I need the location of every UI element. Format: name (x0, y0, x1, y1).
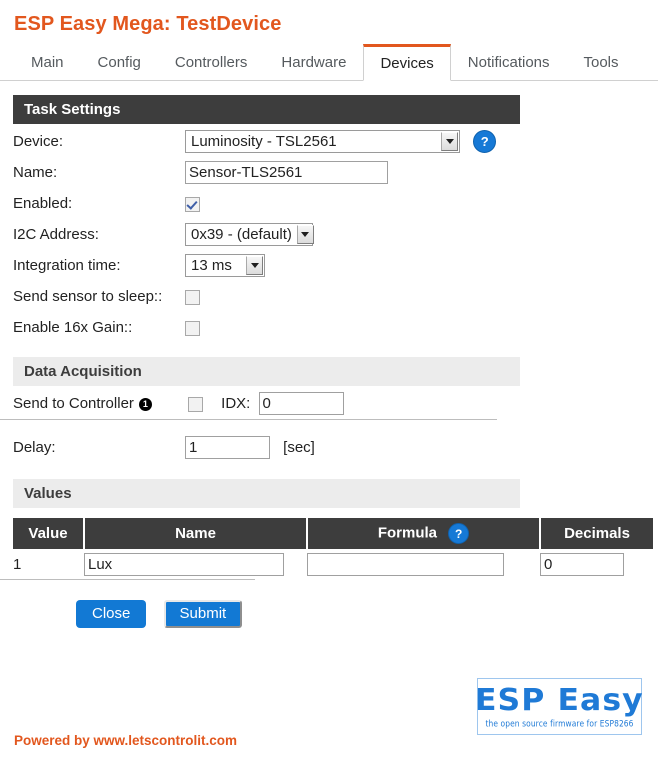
acquisition-divider (0, 419, 497, 420)
tab-tools[interactable]: Tools (567, 44, 636, 80)
send-to-controller-label: Send to Controller (13, 395, 134, 412)
idx-input[interactable] (258, 392, 344, 415)
enabled-label: Enabled: (13, 195, 73, 212)
footer-divider (0, 579, 255, 580)
integration-time-select[interactable]: 13 ms (185, 254, 265, 277)
send-to-controller-cell: Send to Controller 1 (13, 388, 188, 419)
task-settings-table: Device: Luminosity - TSL2561 ? Name: Ena… (13, 126, 497, 343)
logo-title: ESP Easy (475, 682, 644, 718)
send-to-controller-row: Send to Controller 1 IDX: (13, 388, 344, 419)
logo-tagline: the open source firmware for ESP8266 (485, 717, 634, 729)
gain-field-cell (185, 312, 496, 343)
device-select[interactable]: Luminosity - TSL2561 (185, 130, 460, 153)
name-input[interactable] (185, 161, 388, 184)
delay-row: Delay: [sec] (13, 432, 315, 463)
i2c-field-cell: 0x39 - (default) (185, 219, 496, 250)
submit-button[interactable]: Submit (163, 600, 243, 628)
enabled-row: Enabled: (13, 188, 496, 219)
name-label: Name: (13, 164, 58, 181)
i2c-address-select[interactable]: 0x39 - (default) (185, 223, 314, 246)
form-action-buttons: Close Submit (76, 600, 658, 628)
value-formula-input[interactable] (307, 552, 504, 576)
tab-hardware[interactable]: Hardware (264, 44, 363, 80)
i2c-row: I2C Address: 0x39 - (default) (13, 219, 496, 250)
integration-time-row: Integration time: 13 ms (13, 250, 496, 281)
gain-row: Enable 16x Gain:: (13, 312, 496, 343)
values-column-formula-label: Formula (377, 524, 437, 542)
value-name-input[interactable] (84, 552, 284, 576)
tab-controllers[interactable]: Controllers (158, 44, 265, 80)
tab-notifications[interactable]: Notifications (451, 44, 567, 80)
data-acquisition-heading: Data Acquisition (13, 357, 520, 386)
integration-time-label: Integration time: (13, 257, 121, 274)
devices-form: Task Settings Device: Luminosity - TSL25… (0, 95, 658, 628)
device-label: Device: (13, 133, 64, 150)
name-field-cell (185, 157, 496, 188)
chevron-down-icon (246, 256, 263, 275)
delay-label: Delay: (13, 439, 56, 456)
i2c-address-label: I2C Address: (13, 226, 99, 243)
chevron-down-icon (441, 132, 458, 151)
device-select-value: Luminosity - TSL2561 (191, 133, 337, 150)
esp-easy-logo: ESP Easy the open source firmware for ES… (475, 678, 644, 735)
integration-field-cell: 13 ms (185, 250, 496, 281)
value-formula-cell (307, 549, 540, 579)
values-header-row: Value Name Formula ? Decimals (13, 518, 653, 549)
formula-help-icon[interactable]: ? (448, 523, 470, 544)
tab-config[interactable]: Config (81, 44, 158, 80)
tab-controllers-label: Controllers (174, 54, 248, 71)
device-help-icon[interactable]: ? (473, 130, 497, 153)
delay-field-cell: [sec] (185, 432, 315, 463)
task-settings-heading: Task Settings (13, 95, 520, 124)
tab-tools-label: Tools (583, 54, 619, 71)
delay-table: Delay: [sec] (13, 432, 315, 463)
enable-16x-gain-checkbox[interactable] (185, 320, 200, 336)
values-table: Value Name Formula ? Decimals 1 (13, 518, 653, 579)
chevron-down-icon (296, 225, 314, 244)
value-decimals-input[interactable] (540, 552, 624, 576)
value-name-cell (84, 549, 307, 579)
delay-input[interactable] (185, 436, 270, 459)
send-to-controller-field-cell: IDX: (188, 388, 344, 419)
value-decimals-cell (540, 549, 653, 579)
values-heading: Values (13, 479, 520, 508)
enabled-checkbox[interactable] (185, 196, 200, 212)
value-index: 1 (13, 555, 22, 573)
table-row: 1 (13, 549, 653, 579)
sleep-field-cell (185, 281, 496, 312)
tab-config-label: Config (97, 54, 141, 71)
tab-notifications-label: Notifications (467, 54, 550, 71)
values-column-formula: Formula ? (307, 518, 541, 549)
tab-hardware-label: Hardware (281, 54, 347, 71)
enable-16x-gain-label: Enable 16x Gain:: (13, 319, 133, 336)
footer-credit: Powered by www.letscontrolit.com (14, 733, 238, 748)
send-sensor-to-sleep-label: Send sensor to sleep:: (13, 288, 163, 305)
values-column-value: Value (13, 518, 85, 549)
values-column-name: Name (84, 518, 308, 549)
tab-main-label: Main (31, 54, 64, 71)
values-column-decimals: Decimals (540, 518, 653, 549)
main-navigation-tabs: Main Config Controllers Hardware Devices… (0, 44, 658, 81)
send-to-controller-checkbox[interactable] (188, 396, 203, 412)
delay-unit-label: [sec] (283, 439, 315, 456)
i2c-address-select-value: 0x39 - (default) (191, 226, 292, 243)
send-sensor-to-sleep-checkbox[interactable] (185, 289, 200, 305)
tab-devices[interactable]: Devices (363, 44, 451, 81)
enabled-field-cell (185, 188, 496, 219)
device-field-cell: Luminosity - TSL2561 ? (185, 126, 497, 157)
integration-time-select-value: 13 ms (191, 257, 232, 274)
name-row: Name: (13, 157, 496, 188)
idx-label: IDX: (221, 395, 251, 412)
close-button[interactable]: Close (76, 600, 147, 628)
controller-index-badge[interactable]: 1 (138, 397, 152, 411)
tab-devices-label: Devices (380, 55, 434, 72)
data-acquisition-table: Send to Controller 1 IDX: (13, 388, 344, 419)
page-title: ESP Easy Mega: TestDevice (14, 13, 282, 35)
device-row: Device: Luminosity - TSL2561 ? (13, 126, 497, 157)
tab-main[interactable]: Main (14, 44, 81, 80)
sleep-row: Send sensor to sleep:: (13, 281, 496, 312)
